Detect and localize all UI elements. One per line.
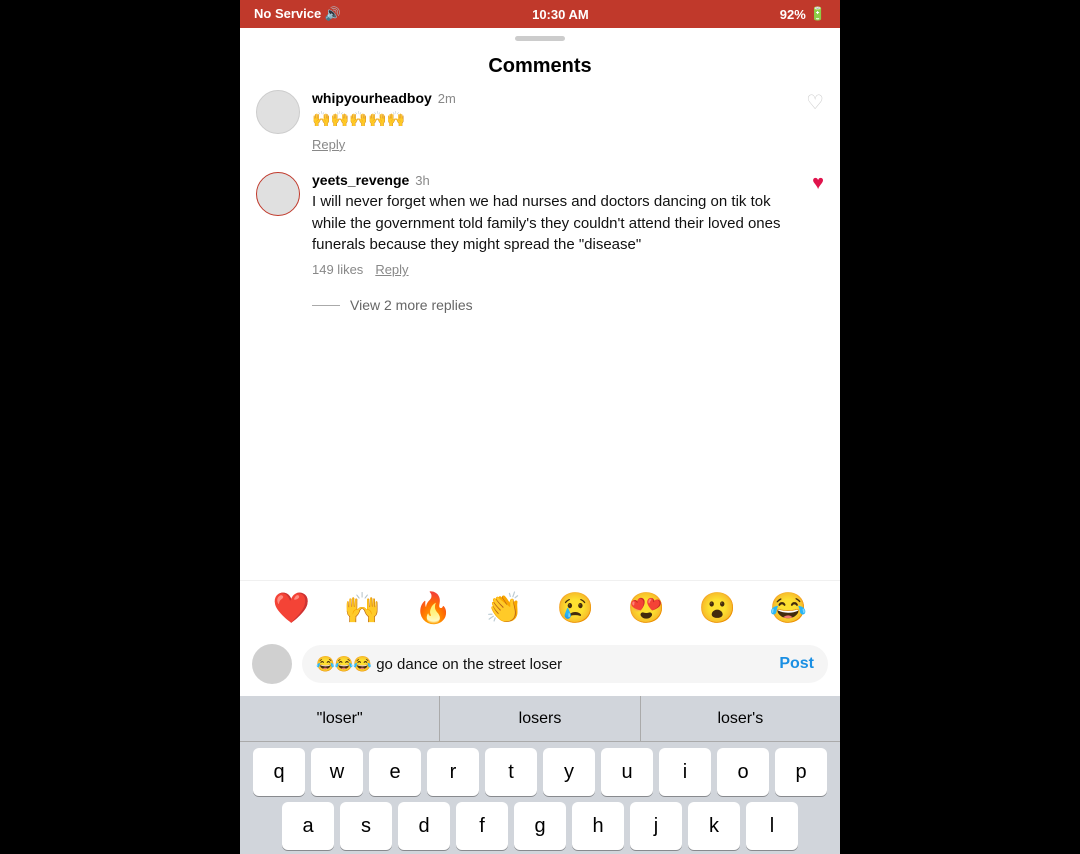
emoji-clap[interactable]: 👏 xyxy=(486,591,523,626)
autocomplete-item[interactable]: loser's xyxy=(641,696,840,741)
battery-icon: 🔋 xyxy=(810,6,826,22)
page-title: Comments xyxy=(240,45,840,90)
comment-input[interactable] xyxy=(316,656,773,673)
view-more-text: View 2 more replies xyxy=(350,297,473,313)
key-w[interactable]: w xyxy=(311,748,363,796)
key-t[interactable]: t xyxy=(485,748,537,796)
keyboard-row-2: a s d f g h j k l xyxy=(240,796,840,850)
comment-username: whipyourheadboy xyxy=(312,90,432,106)
table-row: yeets_revenge 3h I will never forget whe… xyxy=(256,172,824,277)
user-avatar xyxy=(252,644,292,684)
view-more-replies[interactable]: View 2 more replies xyxy=(312,297,824,313)
comment-actions: Reply xyxy=(312,137,794,152)
table-row: whipyourheadboy 2m 🙌🙌🙌🙌🙌 Reply ♡ xyxy=(256,90,824,152)
comment-header: yeets_revenge 3h xyxy=(312,172,800,188)
comment-text: 🙌🙌🙌🙌🙌 xyxy=(312,109,794,131)
emoji-heart[interactable]: ❤️ xyxy=(273,591,310,626)
emoji-cry[interactable]: 😢 xyxy=(557,591,594,626)
key-i[interactable]: i xyxy=(659,748,711,796)
emoji-laugh[interactable]: 😂 xyxy=(770,591,807,626)
key-l[interactable]: l xyxy=(746,802,798,850)
emoji-hands[interactable]: 🙌 xyxy=(344,591,381,626)
key-q[interactable]: q xyxy=(253,748,305,796)
key-a[interactable]: a xyxy=(282,802,334,850)
key-d[interactable]: d xyxy=(398,802,450,850)
like-button[interactable]: ♥ xyxy=(812,172,824,195)
like-button[interactable]: ♡ xyxy=(806,90,824,115)
reply-button[interactable]: Reply xyxy=(312,137,345,152)
key-r[interactable]: r xyxy=(427,748,479,796)
status-bar: No Service 🔊 10:30 AM 92% 🔋 xyxy=(240,0,840,28)
comment-username: yeets_revenge xyxy=(312,172,409,188)
comment-input-wrapper: Post xyxy=(302,645,828,683)
drag-indicator xyxy=(515,36,565,41)
comments-area: whipyourheadboy 2m 🙌🙌🙌🙌🙌 Reply ♡ yeets_r… xyxy=(240,90,840,580)
emoji-fire[interactable]: 🔥 xyxy=(415,591,452,626)
status-left: No Service 🔊 xyxy=(254,6,341,22)
key-y[interactable]: y xyxy=(543,748,595,796)
autocomplete-item[interactable]: "loser" xyxy=(240,696,440,741)
avatar xyxy=(256,172,300,216)
key-e[interactable]: e xyxy=(369,748,421,796)
key-k[interactable]: k xyxy=(688,802,740,850)
divider-line xyxy=(312,305,340,306)
keyboard: "loser" losers loser's q w e r t y u i o… xyxy=(240,696,840,854)
comment-actions: 149 likes Reply xyxy=(312,262,800,277)
key-g[interactable]: g xyxy=(514,802,566,850)
input-area: Post xyxy=(240,636,840,696)
reply-button[interactable]: Reply xyxy=(375,262,408,277)
key-o[interactable]: o xyxy=(717,748,769,796)
comment-content: yeets_revenge 3h I will never forget whe… xyxy=(312,172,800,277)
emoji-heart-eyes[interactable]: 😍 xyxy=(628,591,665,626)
status-network: No Service 🔊 xyxy=(254,6,341,22)
post-button[interactable]: Post xyxy=(779,655,814,673)
keyboard-row-1: q w e r t y u i o p xyxy=(240,742,840,796)
autocomplete-item[interactable]: losers xyxy=(440,696,640,741)
autocomplete-bar: "loser" losers loser's xyxy=(240,696,840,742)
comment-content: whipyourheadboy 2m 🙌🙌🙌🙌🙌 Reply xyxy=(312,90,794,152)
emoji-wow[interactable]: 😮 xyxy=(699,591,736,626)
status-battery: 92% 🔋 xyxy=(780,6,826,22)
key-j[interactable]: j xyxy=(630,802,682,850)
key-p[interactable]: p xyxy=(775,748,827,796)
key-h[interactable]: h xyxy=(572,802,624,850)
key-u[interactable]: u xyxy=(601,748,653,796)
avatar xyxy=(256,90,300,134)
comment-header: whipyourheadboy 2m xyxy=(312,90,794,106)
key-s[interactable]: s xyxy=(340,802,392,850)
comment-time: 2m xyxy=(438,91,456,106)
key-f[interactable]: f xyxy=(456,802,508,850)
emoji-bar: ❤️ 🙌 🔥 👏 😢 😍 😮 😂 xyxy=(240,580,840,636)
comment-time: 3h xyxy=(415,173,429,188)
likes-count: 149 likes xyxy=(312,262,363,277)
comment-text: I will never forget when we had nurses a… xyxy=(312,191,800,256)
status-time: 10:30 AM xyxy=(532,7,589,22)
